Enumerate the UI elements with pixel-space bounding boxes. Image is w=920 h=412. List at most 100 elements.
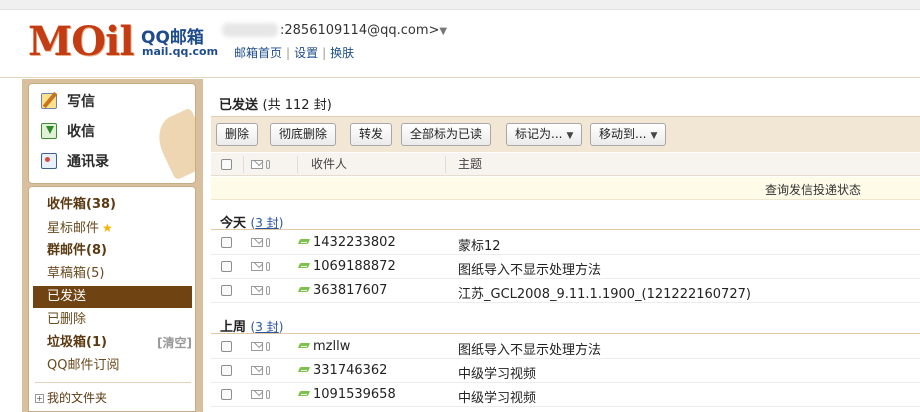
select-all-checkbox[interactable]	[221, 159, 232, 170]
column-header-recipient[interactable]: 收件人	[311, 153, 347, 176]
row-checkbox[interactable]	[221, 285, 232, 296]
sidebar-item-sent[interactable]: 已发送	[33, 286, 192, 308]
button-label: 彻底删除	[279, 127, 328, 141]
recipient-cell[interactable]: 331746362	[299, 363, 387, 378]
table-row[interactable]: 331746362 中级学习视频	[211, 359, 920, 383]
recipient-cell[interactable]: 363817607	[299, 283, 387, 298]
forward-button[interactable]: 转发	[350, 123, 393, 146]
subject-cell[interactable]: 图纸导入不显示处理方法	[458, 339, 601, 358]
logo[interactable]: MOil	[28, 21, 135, 63]
table-row[interactable]: 1069188872 图纸导入不显示处理方法	[211, 255, 920, 279]
sidebar-item-deleted[interactable]: 已删除	[33, 309, 192, 331]
divider	[35, 382, 191, 383]
mark-as-dropdown[interactable]: 标记为... ▼	[506, 123, 583, 146]
my-folders-toggle[interactable]: + 我的文件夹	[35, 389, 107, 406]
folder-label: 已删除	[47, 312, 87, 327]
chevron-down-icon: ▼	[650, 131, 658, 141]
contacts-icon	[41, 153, 57, 169]
sidebar-item-group-mail[interactable]: 群邮件(8)	[33, 240, 192, 262]
delete-permanently-button[interactable]: 彻底删除	[270, 123, 337, 146]
table-row[interactable]: 363817607 江苏_GCL2008_9.11.1.1900_(121222…	[211, 279, 920, 303]
sidebar-item-inbox[interactable]: 收件箱(38)	[33, 194, 192, 216]
empty-junk-link[interactable]: [清空]	[157, 332, 192, 354]
delivery-status-link[interactable]: 查询发信投递状态	[765, 181, 861, 198]
table-row[interactable]: 1432233802 蒙标12	[211, 231, 920, 255]
message-count: (共 112 封)	[262, 98, 332, 113]
link-mailbox-home[interactable]: 邮箱首页	[234, 46, 282, 60]
mark-all-read-button[interactable]: 全部标为已读	[401, 123, 492, 146]
sidebar-item-junk[interactable]: 垃圾箱(1) [清空]	[33, 332, 192, 354]
button-label: 移动到...	[599, 127, 647, 141]
subject-cell[interactable]: 中级学习视频	[458, 363, 536, 382]
attachment-icon	[266, 390, 270, 399]
subject-cell[interactable]: 江苏_GCL2008_9.11.1.1900_(121222160727)	[458, 283, 751, 302]
sidebar-item-subscriptions[interactable]: QQ邮件订阅	[33, 355, 192, 377]
move-to-dropdown[interactable]: 移动到... ▼	[590, 123, 667, 146]
recipient-text: 363817607	[313, 283, 388, 298]
button-label: 标记为...	[515, 127, 563, 141]
column-header-subject[interactable]: 主题	[458, 153, 482, 176]
subject-cell[interactable]: 蒙标12	[458, 235, 501, 254]
row-checkbox[interactable]	[221, 261, 232, 272]
row-checkbox[interactable]	[221, 237, 232, 248]
chevron-down-icon[interactable]: ▼	[439, 26, 447, 37]
button-label: 全部标为已读	[410, 127, 483, 141]
top-links: 邮箱首页 | 设置 | 换肤	[234, 44, 354, 61]
folder-label: 收件箱(38)	[47, 197, 116, 212]
recipient-text: 1432233802	[313, 235, 396, 250]
folder-label: QQ邮件订阅	[47, 358, 120, 373]
expand-icon[interactable]: +	[35, 394, 44, 403]
recipient-cell[interactable]: 1069188872	[299, 259, 396, 274]
sent-arrow-icon	[299, 390, 311, 398]
compose-button[interactable]: 写信	[41, 89, 95, 113]
compose-icon	[41, 93, 57, 109]
folder-label: 草稿箱(5)	[47, 266, 105, 281]
group-label: 上周	[220, 320, 247, 335]
subject-cell[interactable]: 图纸导入不显示处理方法	[458, 259, 601, 278]
quick-actions: 写信 收信 通讯录	[28, 83, 196, 184]
maple-leaf-decoration	[150, 107, 195, 181]
divider: |	[322, 46, 327, 60]
table-row[interactable]: mzllw 图纸导入不显示处理方法	[211, 335, 920, 359]
group-count-link[interactable]: 3 封	[255, 320, 278, 334]
delete-button[interactable]: 删除	[216, 123, 259, 146]
sent-arrow-icon	[299, 262, 311, 270]
divider	[243, 156, 244, 173]
folder-title: 已发送	[219, 98, 259, 113]
row-checkbox[interactable]	[221, 365, 232, 376]
sent-arrow-icon	[299, 342, 311, 350]
recipient-cell[interactable]: mzllw	[299, 339, 350, 354]
recipient-cell[interactable]: 1432233802	[299, 235, 396, 250]
sidebar-item-drafts[interactable]: 草稿箱(5)	[33, 263, 192, 285]
recipient-cell[interactable]: 1091539658	[299, 387, 396, 402]
contacts-button[interactable]: 通讯录	[41, 149, 109, 173]
folder-list: 收件箱(38) 星标邮件 ★ 群邮件(8) 草稿箱(5) 已发送 已删除 垃圾箱(…	[28, 186, 196, 412]
row-checkbox[interactable]	[221, 341, 232, 352]
subject-cell[interactable]: 中级学习视频	[458, 387, 536, 406]
link-change-skin[interactable]: 换肤	[330, 46, 354, 60]
star-icon: ★	[102, 221, 113, 235]
group-count[interactable]: (3 封)	[251, 320, 284, 334]
main-panel: 已发送 (共 112 封) 删除 彻底删除 转发 全部标为已读 标记为... ▼ …	[202, 79, 920, 412]
group-count[interactable]: (3 封)	[251, 216, 284, 230]
page-title: 已发送 (共 112 封)	[219, 94, 332, 113]
row-checkbox[interactable]	[221, 389, 232, 400]
sidebar-item-starred[interactable]: 星标邮件 ★	[33, 217, 192, 239]
table-row[interactable]: 1091539658 中级学习视频	[211, 383, 920, 407]
group-header-last-week: 上周 (3 封)	[211, 312, 920, 335]
receive-button[interactable]: 收信	[41, 119, 95, 143]
attachment-icon	[266, 238, 270, 247]
group-count-link[interactable]: 3 封	[255, 216, 278, 230]
group-title: 上周 (3 封)	[220, 316, 283, 335]
link-settings[interactable]: 设置	[294, 46, 318, 60]
group-title: 今天 (3 封)	[220, 212, 283, 231]
envelope-icon	[251, 342, 263, 351]
top-strip	[0, 0, 920, 10]
account-info[interactable]: :2856109114@qq.com>▼	[280, 23, 447, 38]
divider	[445, 156, 446, 173]
recipient-text: 1091539658	[313, 387, 396, 402]
folder-label: 垃圾箱(1)	[47, 335, 107, 350]
my-folders-label: 我的文件夹	[47, 391, 108, 405]
chevron-down-icon: ▼	[566, 131, 574, 141]
inbox-download-icon	[41, 123, 57, 139]
